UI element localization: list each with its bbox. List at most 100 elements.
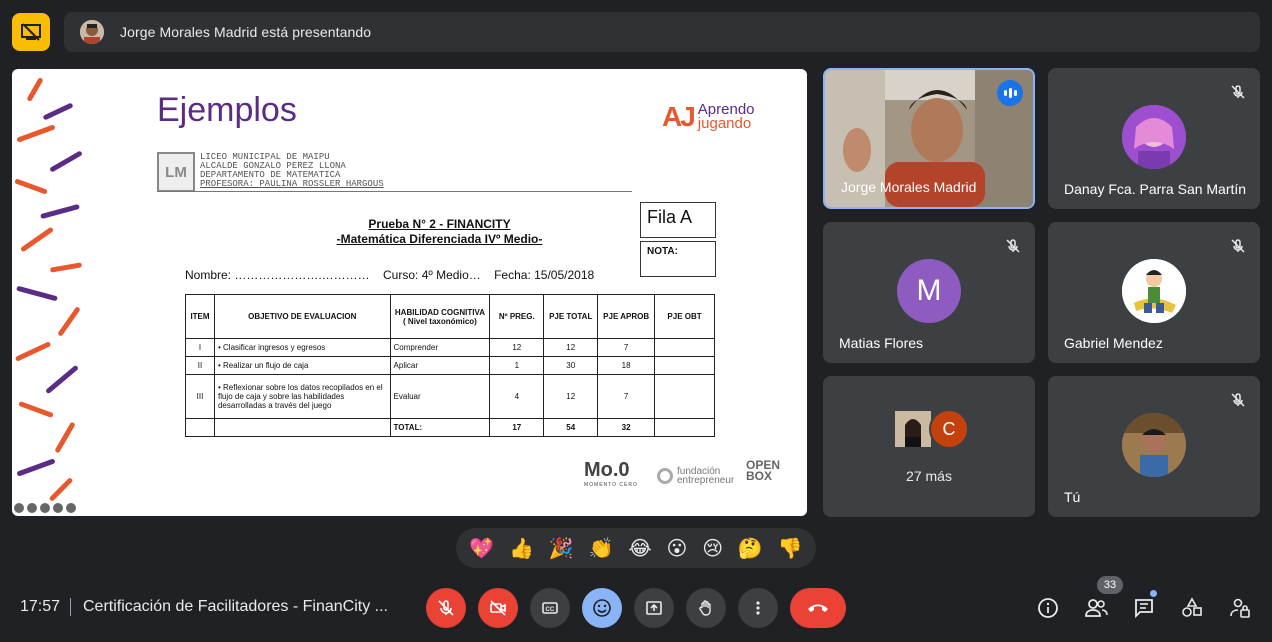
school-line: PROFESORA: PAULINA ROSSLER HARGOUS [200, 179, 384, 189]
reactions-button[interactable] [582, 588, 622, 628]
table-cell: 30 [543, 356, 599, 375]
presentation-icon[interactable] [12, 13, 50, 51]
table-cell: TOTAL: [389, 418, 491, 437]
present-icon [646, 601, 662, 615]
decor-stripe [54, 421, 76, 454]
table-cell: 4 [489, 374, 545, 419]
avatar: M [897, 259, 961, 323]
people-icon [1085, 599, 1108, 617]
decor-stripe [14, 178, 48, 195]
slide-controls [14, 503, 76, 513]
pen-icon[interactable] [27, 503, 37, 513]
people-button[interactable] [1084, 596, 1108, 620]
host-controls-button[interactable] [1228, 596, 1252, 620]
table-cell: Evaluar [389, 374, 491, 419]
presenter-avatar [80, 20, 104, 44]
chat-button[interactable] [1132, 596, 1156, 620]
slide-title: Ejemplos [157, 91, 297, 129]
mic-off-icon [1226, 80, 1250, 104]
decor-stripe [45, 364, 79, 395]
avatar: C [929, 409, 969, 449]
table-header: PJE APROB [597, 294, 656, 339]
reaction-thumbs-up[interactable]: 👍 [509, 536, 534, 561]
prev-slide-icon[interactable] [14, 503, 24, 513]
participant-name: Tú [1064, 489, 1081, 505]
reaction-thumbs-down[interactable]: 👎 [778, 536, 803, 561]
reaction-thinking[interactable]: 🤔 [738, 536, 763, 561]
brand-aj: AJ [662, 101, 696, 132]
table-cell: • Reflexionar sobre los datos recopilado… [213, 374, 391, 419]
meeting-details-button[interactable] [1036, 596, 1060, 620]
test-title: Prueba N° 2 - FINANCITY -Matemática Dife… [312, 217, 567, 247]
raise-hand-button[interactable] [686, 588, 726, 628]
mic-toggle-button[interactable] [426, 588, 466, 628]
momento-cero-logo: Mo.0 MOMENTO CERO [584, 459, 638, 488]
more-participants-count: 27 más [906, 468, 952, 484]
next-slide-icon[interactable] [66, 503, 76, 513]
evaluation-table: ITEM OBJETIVO DE EVALUACION HABILIDAD CO… [185, 294, 715, 437]
speaking-indicator-icon [997, 80, 1023, 106]
options-icon[interactable] [53, 503, 63, 513]
table-cell [213, 418, 391, 437]
openbox-logo: OPEN BOX [746, 459, 780, 482]
participant-name: Danay Fca. Parra San Martín [1064, 181, 1247, 197]
table-header: PJE TOTAL [543, 294, 599, 339]
clock: 17:57 [20, 598, 61, 615]
participant-tile-matias[interactable]: M Matias Flores [823, 222, 1035, 363]
ring-icon [657, 468, 673, 484]
participant-name: Gabriel Mendez [1064, 335, 1163, 351]
hand-icon [699, 600, 711, 616]
present-button[interactable] [634, 588, 674, 628]
decor-stripe [57, 306, 81, 337]
decor-stripe [26, 76, 44, 103]
reaction-party[interactable]: 🎉 [549, 536, 574, 561]
reaction-sad[interactable]: 😢 [702, 536, 723, 561]
fila-box: Fila A [640, 202, 716, 238]
table-cell: 7 [597, 374, 656, 419]
avatar [893, 409, 933, 449]
participant-tile-you[interactable]: Tú [1048, 376, 1260, 517]
activities-button[interactable] [1180, 596, 1204, 620]
mic-off-icon [438, 600, 454, 616]
participant-tile-danay[interactable]: Danay Fca. Parra San Martín [1048, 68, 1260, 209]
chat-icon [1135, 599, 1153, 619]
reaction-surprised[interactable]: 😮 [667, 536, 688, 561]
leave-call-button[interactable] [790, 588, 846, 628]
table-header: Nº PREG. [489, 294, 545, 339]
more-options-button[interactable] [738, 588, 778, 628]
camera-toggle-button[interactable] [478, 588, 518, 628]
lock-person-icon [1230, 598, 1250, 618]
avatar [1122, 105, 1186, 169]
decor-stripe [40, 203, 80, 220]
decor-stripe [49, 150, 83, 173]
test-title-line-1: Prueba N° 2 - FINANCITY [368, 217, 511, 231]
participant-tile-jorge[interactable]: Jorge Morales Madrid [823, 68, 1035, 209]
reaction-clap[interactable]: 👏 [589, 536, 614, 561]
captions-button[interactable]: CC [530, 588, 570, 628]
info-icon [1038, 598, 1058, 618]
participant-name: Matias Flores [839, 335, 924, 351]
divider [157, 191, 632, 192]
participant-tile-more[interactable]: C 27 más [823, 376, 1035, 517]
decor-stripe [18, 400, 54, 419]
participant-tile-gabriel[interactable]: Gabriel Mendez [1048, 222, 1260, 363]
table-cell [654, 418, 715, 437]
reaction-laugh[interactable]: 😂 [628, 536, 651, 561]
table-cell: 12 [543, 338, 599, 357]
school-logo: LM [157, 152, 195, 192]
mic-off-icon [1226, 234, 1250, 258]
emoji-icon [593, 599, 611, 617]
svg-text:CC: CC [546, 607, 555, 613]
captions-icon[interactable] [40, 503, 50, 513]
shared-slide: Ejemplos AJ Aprendo jugando LM LICEO MUN… [12, 69, 807, 516]
reaction-heart[interactable]: 💖 [469, 536, 494, 561]
people-count-badge: 33 [1097, 576, 1123, 594]
mo0-text: Mo.0 [584, 459, 630, 481]
table-cell: II [185, 356, 215, 375]
hang-up-icon [808, 604, 828, 612]
decor-stripe [16, 124, 56, 143]
table-header: PJE OBT [654, 294, 715, 339]
participant-name: Jorge Morales Madrid [841, 179, 977, 195]
table-cell: III [185, 374, 215, 419]
more-avatars: C [893, 409, 969, 449]
